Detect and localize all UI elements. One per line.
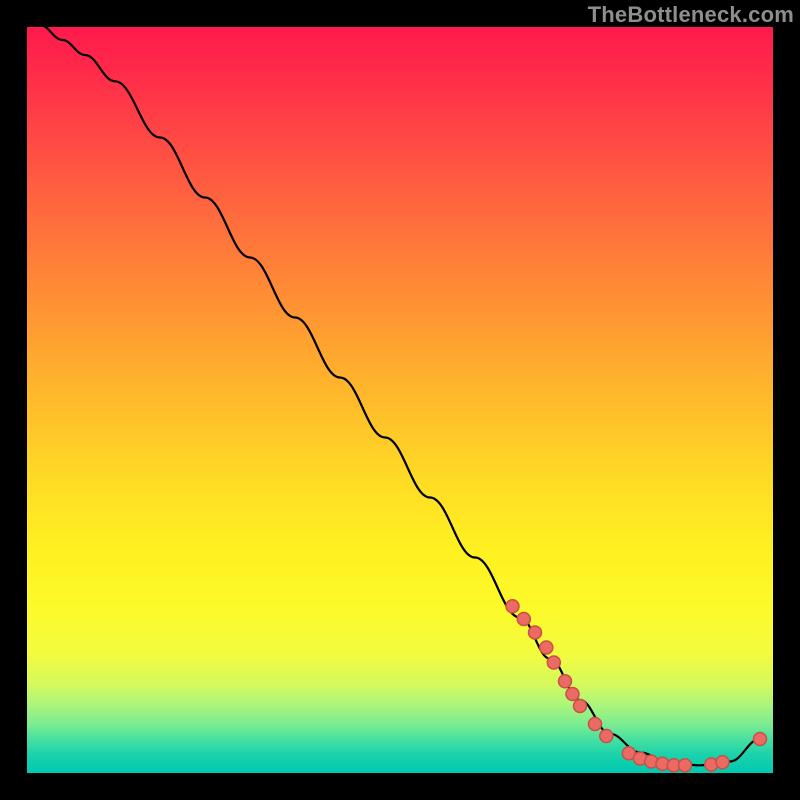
bottleneck-curve: [40, 25, 760, 765]
data-point-marker: [517, 613, 530, 626]
data-point-marker: [574, 700, 587, 713]
data-point-marker: [529, 626, 542, 639]
data-point-marker: [540, 641, 553, 654]
plot-area: [25, 25, 775, 775]
data-point-marker: [547, 656, 560, 669]
data-point-marker: [754, 733, 767, 746]
data-point-marker: [600, 730, 613, 743]
data-point-marker: [589, 718, 602, 731]
data-point-marker: [559, 675, 572, 688]
chart-overlay: [25, 25, 775, 775]
chart-stage: TheBottleneck.com: [0, 0, 800, 800]
data-point-marker: [506, 600, 519, 613]
data-point-marker: [679, 759, 692, 772]
data-point-marker: [566, 688, 579, 701]
data-point-marker: [716, 756, 729, 769]
curve-markers: [506, 600, 767, 772]
